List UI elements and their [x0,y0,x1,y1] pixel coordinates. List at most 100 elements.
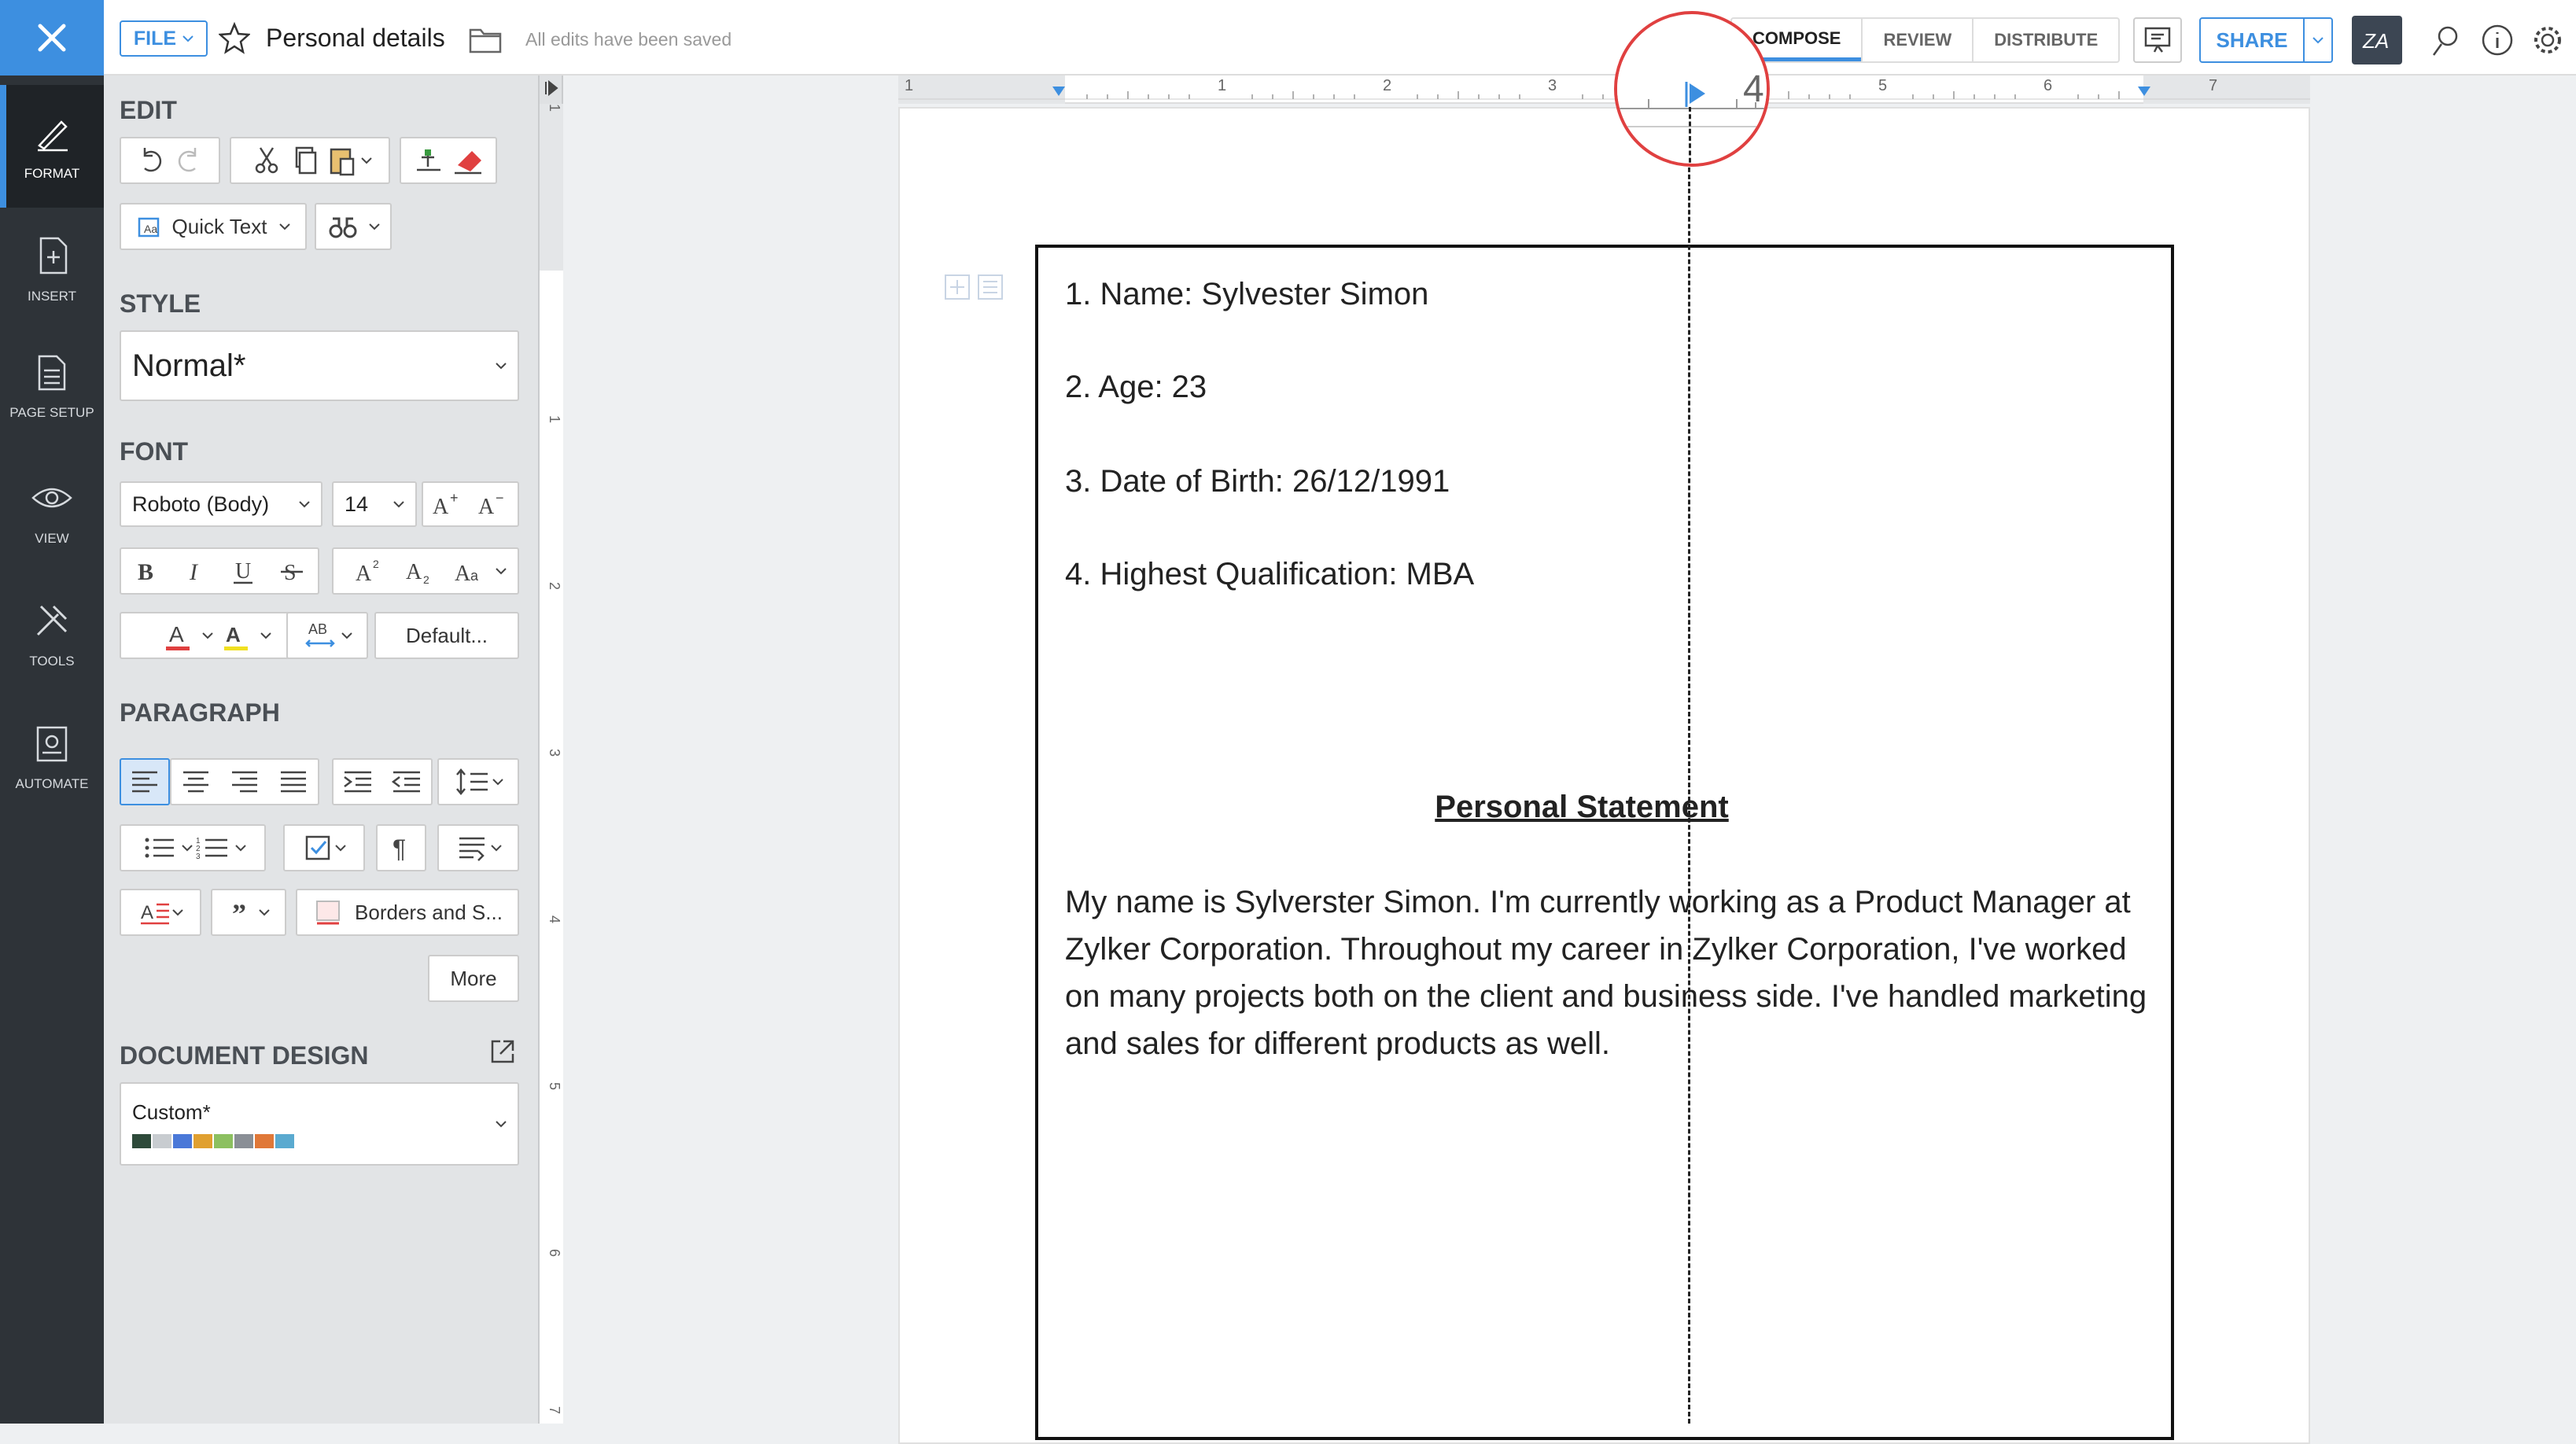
justify-icon[interactable] [269,768,318,796]
eraser-icon[interactable] [448,145,488,176]
style-heading: STYLE [120,289,201,318]
increase-font-icon[interactable]: A + [425,488,470,520]
document-line[interactable]: 2. Age: 23 [1065,370,1207,405]
chevron-down-icon [299,501,310,508]
nav-insert[interactable]: INSERT [0,208,104,330]
info-icon[interactable] [2479,22,2515,58]
chevron-down-icon[interactable] [235,844,246,852]
document-line[interactable]: 4. Highest Qualification: MBA [1065,557,1474,592]
chevron-down-icon[interactable] [361,157,372,164]
style-dropdown[interactable]: Normal* [120,330,519,401]
vertical-ruler-margin [540,104,563,271]
copy-icon[interactable] [286,145,323,176]
superscript-icon[interactable]: A2 [345,555,395,587]
settings-icon[interactable] [2530,22,2566,58]
font-family-dropdown[interactable]: Roboto (Body) [120,481,322,527]
increase-indent-icon[interactable] [334,768,382,796]
document-title[interactable]: Personal details [266,24,445,53]
bold-icon[interactable]: B [122,555,171,587]
document-design-dropdown[interactable]: Custom* [120,1082,519,1166]
paste-icon[interactable] [323,145,361,176]
chevron-down-icon[interactable] [182,844,193,852]
show-formatting-button[interactable]: ¶ [376,824,426,871]
font-color-icon[interactable]: A [155,618,202,653]
bullet-list-icon[interactable] [139,834,182,862]
decrease-font-icon[interactable]: A − [470,488,516,520]
nav-page-setup[interactable]: PAGE SETUP [0,324,104,447]
numbered-list-icon[interactable]: 123 [193,834,235,862]
zia-button[interactable]: ZA [2352,16,2402,64]
nav-format-label: FORMAT [24,166,80,181]
document-design-heading: DOCUMENT DESIGN [120,1041,369,1070]
block-menu-icon[interactable] [978,274,1003,300]
color-swatch [214,1133,233,1148]
chevron-down-icon[interactable] [202,632,213,639]
nav-view[interactable]: VIEW [0,450,104,573]
color-swatch [275,1133,294,1148]
document-paragraph[interactable]: My name is Sylverster Simon. I'm current… [1065,879,2150,1067]
quote-button[interactable]: ” [211,889,286,936]
strikethrough-icon[interactable]: S [268,555,317,587]
format-painter-icon[interactable] [409,145,448,176]
decrease-indent-icon[interactable] [382,768,431,796]
collapse-panel-icon[interactable] [544,80,558,96]
font-heading: FONT [120,437,189,466]
svg-text:2: 2 [373,558,379,570]
checklist-button[interactable] [283,824,365,871]
more-button[interactable]: More [428,955,519,1002]
undo-icon[interactable] [135,145,170,176]
present-icon [2144,27,2171,53]
user-icon[interactable] [2429,22,2465,58]
line-spacing-button[interactable] [437,758,519,805]
svg-text:AB: AB [308,621,327,637]
folder-icon[interactable] [469,25,502,53]
add-block-icon[interactable] [945,274,970,300]
default-font-button[interactable]: Default... [374,612,519,659]
nav-format[interactable]: FORMAT [0,85,104,208]
nav-automate[interactable]: AUTOMATE [0,695,104,818]
find-replace-button[interactable] [315,203,392,250]
design-color-swatches [132,1133,294,1148]
quick-text-dropdown[interactable]: Aa Quick Text [120,203,307,250]
document-heading[interactable]: Personal Statement [1035,790,2128,825]
chevron-down-icon[interactable] [260,632,271,639]
present-button[interactable] [2133,17,2182,63]
redo-icon[interactable] [170,145,205,176]
change-case-icon[interactable]: Aa [445,555,496,587]
nav-tools[interactable]: TOOLS [0,573,104,695]
italic-icon[interactable]: I [171,555,219,587]
external-link-icon[interactable] [489,1038,516,1065]
svg-text:3: 3 [196,853,201,861]
color-swatch [153,1133,171,1148]
edit-heading: EDIT [120,96,177,124]
font-family-value: Roboto (Body) [132,492,270,516]
text-box[interactable] [1035,245,2174,1440]
document-line[interactable]: 3. Date of Birth: 26/12/1991 [1065,464,1450,499]
borders-shading-button[interactable]: Borders and S... [296,889,519,936]
share-dropdown[interactable] [2305,19,2331,61]
character-spacing-button[interactable]: AB [286,612,368,659]
hruler-number: 3 [1548,77,1557,94]
tab-distribute[interactable]: DISTRIBUTE [1972,19,2118,61]
tab-review[interactable]: REVIEW [1861,19,1972,61]
document-line[interactable]: 1. Name: Sylvester Simon [1065,277,1428,312]
binoculars-icon [329,217,357,238]
align-right-icon[interactable] [220,768,269,796]
color-swatch [132,1133,151,1148]
cut-icon[interactable] [248,145,286,176]
clipboard-group [230,137,390,184]
chevron-down-icon[interactable] [496,567,507,575]
subscript-icon[interactable]: A2 [395,555,445,587]
align-center-icon[interactable] [171,768,220,796]
text-direction-button[interactable] [437,824,519,871]
file-menu-button[interactable]: FILE [120,20,208,57]
paragraph-style-button[interactable]: A [120,889,201,936]
underline-icon[interactable]: U [219,555,268,587]
star-icon[interactable] [219,20,250,55]
highlight-color-icon[interactable]: A [213,618,260,653]
close-button[interactable] [0,0,104,76]
svg-text:A: A [356,562,372,586]
share-button[interactable]: SHARE [2199,17,2333,63]
font-size-dropdown[interactable]: 14 [332,481,417,527]
align-left-button[interactable] [120,758,170,805]
